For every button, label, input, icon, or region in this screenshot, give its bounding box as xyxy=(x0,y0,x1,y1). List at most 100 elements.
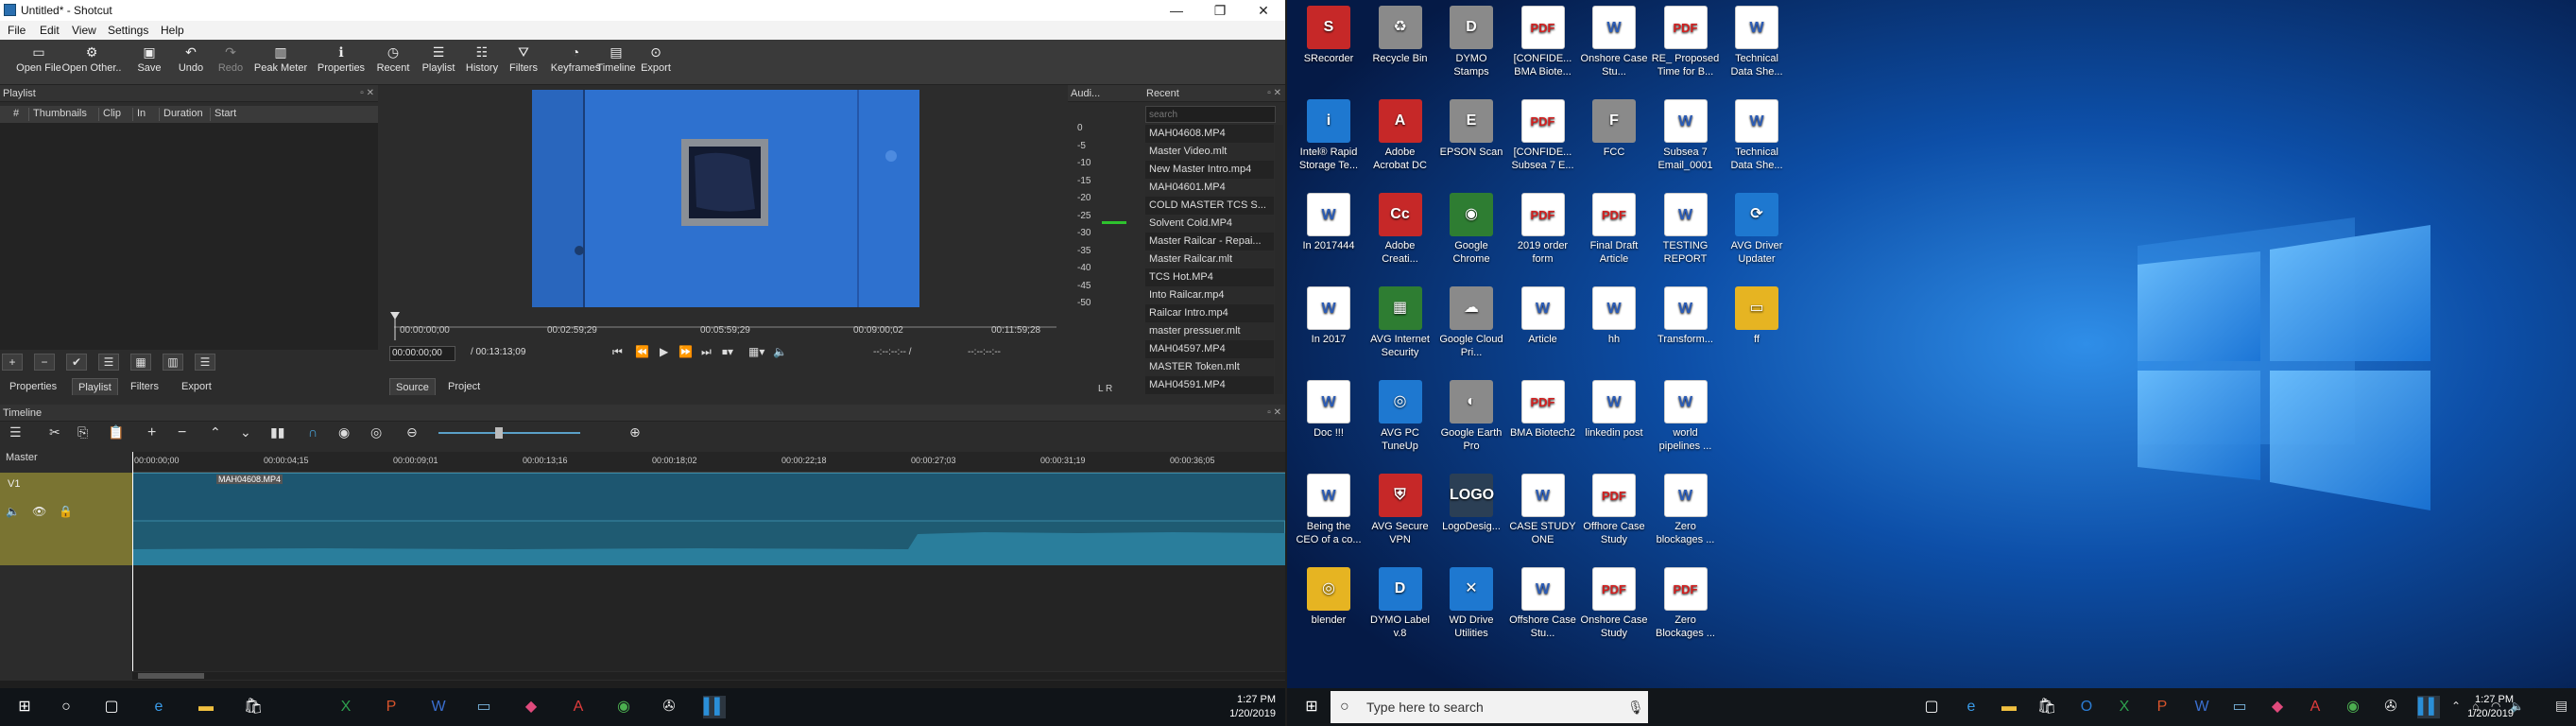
desktop-icon[interactable]: ▭ ff xyxy=(1723,286,1791,346)
cortana-icon[interactable]: ○ xyxy=(55,696,77,718)
desktop-icon[interactable]: ◎ AVG PC TuneUp xyxy=(1366,380,1434,453)
desktop-icon[interactable]: Wworld pipelines ... xyxy=(1652,380,1720,453)
desktop-icon[interactable]: PDF [CONFIDE... BMA Biote... xyxy=(1509,6,1577,78)
store-icon[interactable]: 🛍 xyxy=(242,696,265,718)
col-clip[interactable]: Clip xyxy=(98,108,121,121)
chrome-icon[interactable]: ◉ xyxy=(612,696,635,718)
skip-next-icon[interactable]: ⏭ xyxy=(701,345,712,359)
desktop-icon[interactable]: W Onshore Case Stu... xyxy=(1580,6,1648,78)
details-view-icon[interactable]: ☰ xyxy=(98,354,119,371)
tab-export[interactable]: Export xyxy=(176,378,217,395)
desktop-icon[interactable]: ▦ AVG Internet Security xyxy=(1366,286,1434,359)
desktop-icon[interactable]: PDF 2019 order form xyxy=(1509,193,1577,266)
desktop-icon[interactable]: D DYMO Label v.8 xyxy=(1366,567,1434,640)
desktop-icon[interactable]: W CASE STUDY ONE xyxy=(1509,474,1577,546)
desktop-icon[interactable]: ✕ WD Drive Utilities xyxy=(1437,567,1505,640)
timeline-clip[interactable]: MAH04608.MP4 xyxy=(132,473,1285,566)
position-timecode[interactable]: 00:00:00;00 xyxy=(389,346,455,361)
desktop-icon[interactable]: W Technical Data She... xyxy=(1723,6,1791,78)
col-number[interactable]: # xyxy=(9,108,19,121)
zoom-icon[interactable]: ⏹▾ xyxy=(722,345,733,359)
desktop-icon[interactable]: S SRecorder xyxy=(1295,6,1363,65)
desktop-icon[interactable]: ⛨ AVG Secure VPN xyxy=(1366,474,1434,546)
chrome-icon[interactable]: ◉ xyxy=(2342,696,2364,718)
desktop-icon[interactable]: PDF Zero Blockages ... xyxy=(1652,567,1720,640)
desktop-icon[interactable]: Cc Adobe Creati... xyxy=(1366,193,1434,266)
desktop-icon[interactable]: W Transform... xyxy=(1652,286,1720,346)
recent-item[interactable]: MAH04608.MP4 xyxy=(1145,125,1274,143)
timeline-menu-icon[interactable]: ☰ xyxy=(9,424,22,441)
panel-float-close-icon[interactable]: ▫ ✕ xyxy=(1267,405,1281,422)
file-explorer-icon[interactable]: ▬ xyxy=(1998,696,2020,718)
cut-icon[interactable]: ✂ xyxy=(49,424,60,441)
tiles-view-icon[interactable]: ▦ xyxy=(130,354,151,371)
skip-previous-icon[interactable]: ⏮ xyxy=(612,345,623,359)
desktop-icon[interactable]: W Offshore Case Stu... xyxy=(1509,567,1577,640)
desktop-icon[interactable]: PDF Final Draft Article xyxy=(1580,193,1648,266)
toolbar-filters-button[interactable]: ⛛ Filters xyxy=(501,43,546,82)
desktop-icon[interactable]: ◎ blender xyxy=(1295,567,1363,627)
excel-icon[interactable]: X xyxy=(335,696,357,718)
desktop-icon[interactable]: ◐ Google Earth Pro xyxy=(1437,380,1505,453)
maps-icon[interactable]: ◆ xyxy=(2266,696,2289,718)
word-icon[interactable]: W xyxy=(427,696,450,718)
outlook-icon[interactable]: O xyxy=(2075,696,2098,718)
col-thumbnails[interactable]: Thumbnails xyxy=(28,108,87,121)
menu-help[interactable]: Help xyxy=(161,24,184,37)
toolbar-undo-button[interactable]: ↶ Undo xyxy=(168,43,214,82)
menu-file[interactable]: File xyxy=(8,24,26,37)
clock-right[interactable]: 1:27 PM 1/20/2019 xyxy=(2447,693,2514,721)
recorder-icon[interactable]: ✇ xyxy=(2379,696,2402,718)
recent-item[interactable]: COLD MASTER TCS S... xyxy=(1145,197,1274,215)
toolbar-properties-button[interactable]: ℹ Properties xyxy=(308,43,374,82)
playlist-list[interactable] xyxy=(0,123,378,350)
desktop-icon[interactable]: W Technical Data She... xyxy=(1723,99,1791,172)
recent-item[interactable]: master pressuer.mlt xyxy=(1145,322,1274,340)
hscroll-thumb[interactable] xyxy=(138,673,204,679)
shotcut-taskbar-icon[interactable]: ▌▌ xyxy=(2417,696,2440,718)
recent-item[interactable]: Railcar Intro.mp4 xyxy=(1145,304,1274,322)
desktop-icon[interactable]: W Subsea 7 Email_0001 xyxy=(1652,99,1720,172)
recent-item[interactable]: MASTER Token.mlt xyxy=(1145,358,1274,376)
desktop-icon[interactable]: W Being the CEO of a co... xyxy=(1295,474,1363,546)
acrobat-icon[interactable]: A xyxy=(2304,696,2327,718)
photos-icon[interactable]: ▭ xyxy=(2228,696,2251,718)
add-icon[interactable]: + xyxy=(2,354,23,371)
menu-settings[interactable]: Settings xyxy=(108,24,148,37)
menu-view[interactable]: View xyxy=(72,24,96,37)
recent-item[interactable]: Solvent Cold.MP4 xyxy=(1145,215,1274,233)
scrub-icon[interactable]: ◉ xyxy=(338,424,350,441)
start-icon[interactable]: ⊞ xyxy=(1300,696,1323,718)
recent-item[interactable]: Master Video.mlt xyxy=(1145,143,1274,161)
recorder-icon[interactable]: ✇ xyxy=(658,696,680,718)
desktop-icon[interactable]: Wlinkedin post xyxy=(1580,380,1648,440)
append-icon[interactable]: + xyxy=(147,424,156,441)
desktop-icon[interactable]: i Intel® Rapid Storage Te... xyxy=(1295,99,1363,172)
restore-button[interactable]: ❐ xyxy=(1198,0,1242,21)
desktop-icon[interactable]: F FCC xyxy=(1580,99,1648,159)
toolbar-playlist-button[interactable]: ☰ Playlist xyxy=(416,43,461,82)
split-icon[interactable]: ▮▮ xyxy=(270,424,284,441)
toolbar-redo-button[interactable]: ↷ Redo xyxy=(208,43,253,82)
lock-icon[interactable]: 🔒 xyxy=(59,505,73,518)
recent-item[interactable]: Master Railcar.mlt xyxy=(1145,251,1274,268)
timeline-ruler[interactable]: 00:00:00;00 00:00:04;15 00:00:09;01 00:00:1… xyxy=(132,452,1285,473)
toolbar-peak-meter-button[interactable]: ▥ Peak Meter xyxy=(248,43,314,82)
v1-track-header[interactable]: V1 🔈 👁 🔒 xyxy=(0,473,132,565)
zoom-slider[interactable] xyxy=(438,432,580,434)
icons-view-icon[interactable]: ▥ xyxy=(163,354,183,371)
col-in[interactable]: In xyxy=(132,108,146,121)
powerpoint-icon[interactable]: P xyxy=(380,696,403,718)
minimize-button[interactable]: — xyxy=(1155,0,1198,21)
close-button[interactable]: ✕ xyxy=(1242,0,1285,21)
rewind-icon[interactable]: ⏪ xyxy=(635,345,649,358)
player-scrub-scale[interactable]: 00:00:00;00 00:02:59;29 00:05:59;29 00:0… xyxy=(390,312,1056,340)
start-icon[interactable]: ⊞ xyxy=(13,696,36,718)
toolbar-recent-button[interactable]: ◷ Recent xyxy=(370,43,416,82)
desktop-icon[interactable]: ◉ Google Chrome xyxy=(1437,193,1505,266)
play-icon[interactable]: ▶ xyxy=(660,345,668,358)
recent-scrollbar[interactable] xyxy=(1275,125,1283,394)
recent-item[interactable]: MAH04601.MP4 xyxy=(1145,179,1274,197)
acrobat-icon[interactable]: A xyxy=(567,696,590,718)
excel-icon[interactable]: X xyxy=(2113,696,2136,718)
